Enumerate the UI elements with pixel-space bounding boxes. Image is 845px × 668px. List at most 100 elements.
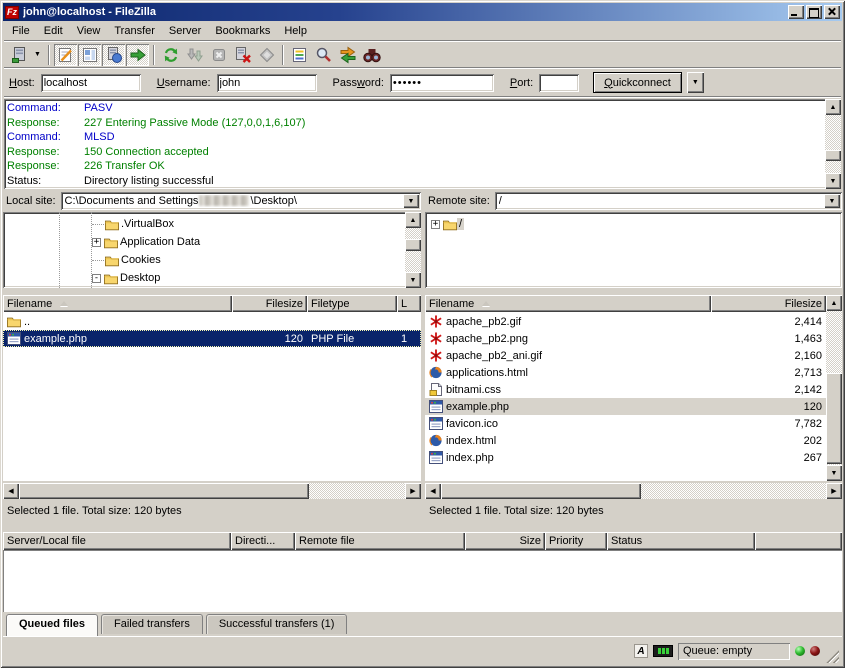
remote-file-row[interactable]: apache_pb2.png 1,463 [425,330,826,347]
column-header-status[interactable]: Status [607,532,755,550]
remote-file-row[interactable]: index.php 267 [425,449,826,466]
scroll-down-icon[interactable]: ▼ [826,465,842,481]
remote-file-row[interactable]: applications.html 2,713 [425,364,826,381]
directory-filters-icon[interactable] [288,44,311,66]
toolbar-separator [48,45,50,65]
menu-file[interactable]: File [5,23,37,39]
disconnect-icon[interactable] [231,44,254,66]
queue-body[interactable] [3,550,842,612]
tab-queued-files[interactable]: Queued files [6,614,98,636]
directory-comparison-icon[interactable] [312,44,335,66]
scroll-up-icon[interactable]: ▲ [405,212,421,228]
collapse-icon[interactable]: - [92,274,101,283]
menu-bookmarks[interactable]: Bookmarks [208,23,277,39]
toggle-transfer-queue-icon[interactable] [126,44,149,66]
filezilla-logo-icon: Fz [5,6,19,19]
column-header-priority[interactable]: Priority [545,532,607,550]
username-input[interactable] [217,74,317,92]
log-scrollbar[interactable]: ▲ ▼ [825,99,841,189]
column-header-filename[interactable]: Filename [425,295,711,312]
port-input[interactable] [539,74,579,92]
local-tree-scrollbar[interactable]: ▲ ▼ [405,212,421,288]
scrollbar-thumb[interactable] [19,483,309,499]
process-queue-icon[interactable] [183,44,206,66]
remote-horizontal-scrollbar[interactable]: ◀ ▶ [425,483,842,499]
synchronized-browsing-icon[interactable] [336,44,359,66]
remote-file-row[interactable]: favicon.ico 7,782 [425,415,826,432]
scroll-left-icon[interactable]: ◀ [3,483,19,499]
scroll-up-icon[interactable]: ▲ [826,295,842,311]
remote-file-row[interactable]: index.html 202 [425,432,826,449]
scrollbar-thumb[interactable] [826,373,842,464]
scrollbar-thumb[interactable] [405,239,421,251]
password-input[interactable] [390,74,494,92]
local-path-combo[interactable]: C:\Documents and Settings\Desktop\ ▼ [61,192,421,210]
column-header-filename[interactable]: Filename [3,295,232,312]
tree-item-virtualbox[interactable]: .VirtualBox [3,215,405,233]
menu-edit[interactable]: Edit [37,23,70,39]
column-header-direction[interactable]: Directi... [231,532,295,550]
remote-pane: Remote site: / ▼ + / File [425,191,842,523]
column-header-filesize[interactable]: Filesize [711,295,826,312]
column-header-lastmodified[interactable]: L [397,295,421,312]
site-manager-dropdown-icon[interactable]: ▼ [31,44,44,66]
menu-help[interactable]: Help [277,23,314,39]
toggle-message-log-icon[interactable] [54,44,77,66]
main-panes: Local site: C:\Documents and Settings\De… [3,191,842,523]
tree-item-cookies[interactable]: Cookies [3,251,405,269]
tab-failed-transfers[interactable]: Failed transfers [101,614,203,634]
remote-file-row[interactable]: apache_pb2_ani.gif 2,160 [425,347,826,364]
remote-file-row-example-php[interactable]: example.php 120 [425,398,826,415]
scrollbar-thumb[interactable] [441,483,641,499]
title-bar[interactable]: Fz john@localhost - FileZilla [3,3,842,21]
toggle-remote-tree-icon[interactable] [102,44,125,66]
close-button[interactable] [824,5,840,19]
menu-view[interactable]: View [70,23,108,39]
combo-dropdown-icon[interactable]: ▼ [403,194,419,208]
local-status-text: Selected 1 file. Total size: 120 bytes [3,502,421,520]
scrollbar-thumb[interactable] [825,150,841,161]
tree-item-desktop[interactable]: - Desktop [3,269,405,287]
local-file-row-parent[interactable]: .. [3,313,421,330]
column-header-size[interactable]: Size [465,532,545,550]
speed-limits-icon[interactable] [653,645,673,657]
tab-successful-transfers[interactable]: Successful transfers (1) [206,614,348,634]
column-header-server-local-file[interactable]: Server/Local file [3,532,231,550]
combo-dropdown-icon[interactable]: ▼ [824,194,840,208]
expand-icon[interactable]: + [92,238,101,247]
tree-item-root[interactable]: + / [425,215,842,233]
column-header-remote-file[interactable]: Remote file [295,532,465,550]
quickconnect-button[interactable]: Quickconnect [593,72,682,93]
remote-path-combo[interactable]: / ▼ [495,192,842,210]
resize-grip[interactable] [825,649,839,663]
scroll-down-icon[interactable]: ▼ [405,272,421,288]
column-header-filetype[interactable]: Filetype [307,295,397,312]
refresh-icon[interactable] [159,44,182,66]
scroll-down-icon[interactable]: ▼ [825,173,841,189]
maximize-button[interactable] [806,5,822,19]
scroll-right-icon[interactable]: ▶ [405,483,421,499]
remote-list-scrollbar[interactable]: ▲ ▼ [826,295,842,481]
quickconnect-dropdown-icon[interactable]: ▼ [687,72,704,93]
tree-item-application-data[interactable]: + Application Data [3,233,405,251]
scroll-up-icon[interactable]: ▲ [825,99,841,115]
toggle-local-tree-icon[interactable] [78,44,101,66]
site-manager-icon[interactable] [7,44,30,66]
menu-transfer[interactable]: Transfer [107,23,162,39]
log-line: Command:MLSD [7,130,825,145]
local-file-row-example-php[interactable]: example.php 120 PHP File 1 [3,330,421,347]
host-input[interactable] [41,74,141,92]
php-file-icon [429,400,443,413]
scroll-left-icon[interactable]: ◀ [425,483,441,499]
reconnect-icon[interactable] [255,44,278,66]
scroll-right-icon[interactable]: ▶ [826,483,842,499]
find-files-icon[interactable] [360,44,383,66]
menu-server[interactable]: Server [162,23,208,39]
cancel-operation-icon[interactable] [207,44,230,66]
local-horizontal-scrollbar[interactable]: ◀ ▶ [3,483,421,499]
expand-icon[interactable]: + [431,220,440,229]
remote-file-row[interactable]: bitnami.css 2,142 [425,381,826,398]
minimize-button[interactable] [788,5,804,19]
remote-file-row[interactable]: apache_pb2.gif 2,414 [425,313,826,330]
column-header-filesize[interactable]: Filesize [232,295,307,312]
